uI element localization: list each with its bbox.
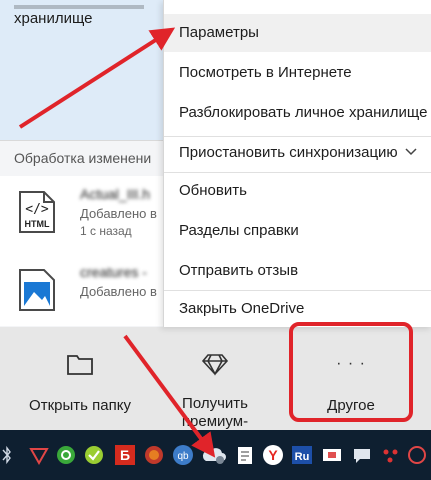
html-file-icon: </> HTML bbox=[14, 190, 58, 234]
more-icon[interactable] bbox=[380, 444, 402, 466]
svg-text:HTML: HTML bbox=[25, 219, 50, 229]
network-icon[interactable] bbox=[55, 444, 77, 466]
list-item[interactable]: creatures - Добавлено в bbox=[0, 254, 165, 324]
menu-item-refresh[interactable]: Обновить bbox=[164, 172, 431, 210]
status-text: хранилище bbox=[14, 5, 164, 29]
file-list: </> HTML Actual_III.h Добавлено в 1 с на… bbox=[0, 176, 165, 326]
file-name: Actual_III.h bbox=[80, 186, 151, 202]
open-folder-button[interactable]: Открыть папку bbox=[20, 327, 140, 430]
ru-language-icon[interactable]: Ru bbox=[291, 444, 313, 466]
extra-icon[interactable] bbox=[406, 444, 428, 466]
image-file-icon bbox=[14, 268, 58, 312]
svg-text:Y: Y bbox=[268, 447, 278, 463]
menu-item-settings[interactable]: Параметры bbox=[164, 14, 431, 52]
file-time: 1 с назад bbox=[80, 224, 132, 238]
menu-item-view-online[interactable]: Посмотреть в Интернете bbox=[164, 54, 431, 92]
fire-icon[interactable] bbox=[143, 444, 165, 466]
onedrive-cloud-icon[interactable] bbox=[201, 444, 227, 466]
file-status: Добавлено в bbox=[80, 206, 157, 221]
svg-text:qb: qb bbox=[177, 451, 189, 462]
highlight-box bbox=[289, 322, 413, 422]
b-icon[interactable]: Б bbox=[114, 444, 136, 466]
file-name: creatures - bbox=[80, 264, 147, 280]
context-menu: Параметры Посмотреть в Интернете Разблок… bbox=[163, 0, 431, 327]
chat-icon[interactable] bbox=[351, 444, 373, 466]
menu-item-pause-sync[interactable]: Приостановить синхронизацию bbox=[164, 134, 431, 172]
menu-item-help[interactable]: Разделы справки bbox=[164, 212, 431, 250]
taskbar: Б qb Y Ru bbox=[0, 430, 431, 480]
status-area: хранилище bbox=[0, 0, 165, 140]
folder-icon bbox=[66, 352, 94, 381]
yandex-icon[interactable]: Y bbox=[262, 444, 284, 466]
svg-text:</>: </> bbox=[25, 202, 49, 217]
svg-text:Б: Б bbox=[120, 447, 130, 463]
app-red-icon[interactable] bbox=[28, 444, 50, 466]
file-status: Добавлено в bbox=[80, 284, 157, 299]
notepad-icon[interactable] bbox=[234, 444, 256, 466]
menu-item-unlock-vault[interactable]: Разблокировать личное хранилище bbox=[164, 94, 431, 132]
svg-text:Ru: Ru bbox=[295, 451, 310, 463]
get-premium-button[interactable]: Получить премиум- bbox=[155, 327, 275, 430]
check-icon[interactable] bbox=[83, 444, 105, 466]
chevron-down-icon bbox=[404, 144, 418, 163]
bluetooth-icon[interactable] bbox=[2, 444, 24, 466]
menu-item-feedback[interactable]: Отправить отзыв bbox=[164, 252, 431, 290]
processing-label: Обработка изменени bbox=[14, 150, 152, 166]
list-item[interactable]: </> HTML Actual_III.h Добавлено в 1 с на… bbox=[0, 176, 165, 246]
diamond-icon bbox=[201, 352, 229, 381]
qb-icon[interactable]: qb bbox=[172, 444, 194, 466]
display-icon[interactable] bbox=[321, 444, 343, 466]
divider bbox=[0, 140, 165, 141]
